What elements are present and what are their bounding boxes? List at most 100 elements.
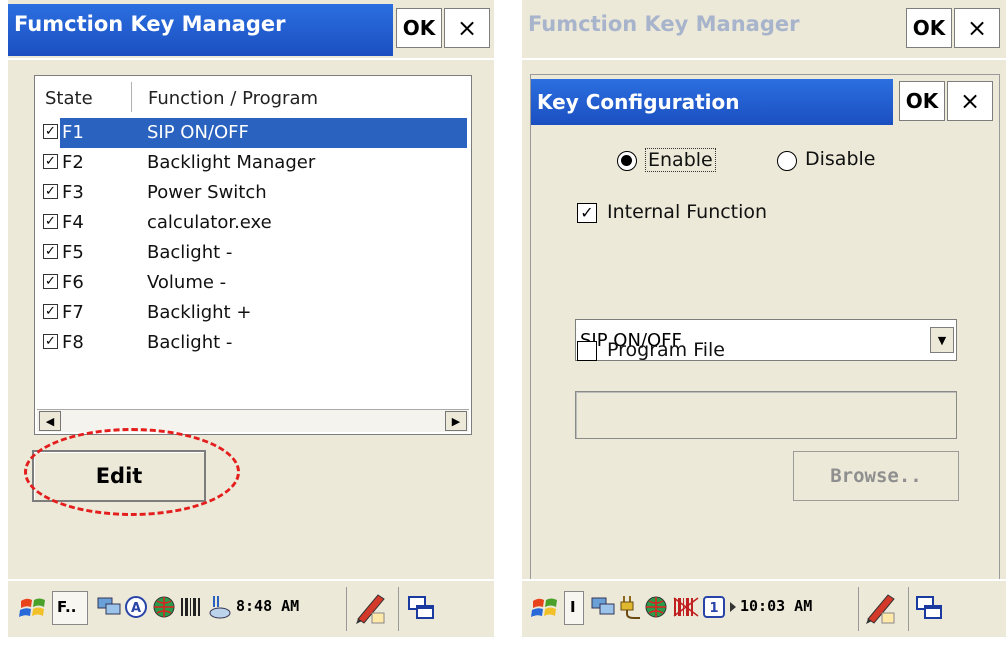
highlight-annotation xyxy=(24,428,240,516)
barcode-icon[interactable] xyxy=(180,596,204,618)
taskbar-app-button[interactable]: I xyxy=(564,591,584,625)
row-key: F1 xyxy=(62,122,84,143)
power-plug-icon[interactable] xyxy=(618,594,642,620)
desktop-windows-icon[interactable] xyxy=(406,593,436,623)
enable-radio[interactable] xyxy=(617,151,637,171)
taskbar-divider xyxy=(908,587,909,631)
column-header-state[interactable]: State xyxy=(45,88,93,109)
taskbar: F.. A 8:48 AM xyxy=(8,579,494,637)
expand-tray-icon[interactable] xyxy=(728,601,738,613)
globe-icon[interactable] xyxy=(644,595,668,619)
chevron-down-icon[interactable]: ▼ xyxy=(930,327,954,353)
column-header-function[interactable]: Function / Program xyxy=(148,88,318,109)
key-configuration-dialog: Key Configuration OK × Enable Disable ✓ … xyxy=(530,74,1000,614)
table-row[interactable]: ✓ F6 Volume - xyxy=(37,268,469,298)
scroll-right-icon[interactable]: ▶ xyxy=(445,411,467,431)
title-separator xyxy=(8,58,494,60)
function-key-list[interactable]: State Function / Program ✓ F1 SIP ON/OFF… xyxy=(34,75,472,435)
row-program: SIP ON/OFF xyxy=(147,122,249,143)
row-checkbox[interactable]: ✓ xyxy=(43,214,58,229)
row-program: Baclight - xyxy=(147,332,233,353)
close-button[interactable]: × xyxy=(444,8,490,48)
row-program: Baclight - xyxy=(147,242,233,263)
title-separator xyxy=(522,58,1006,60)
row-program: Volume - xyxy=(147,272,227,293)
svg-text:A: A xyxy=(131,601,141,616)
taskbar-clock[interactable]: 8:48 AM xyxy=(236,597,299,615)
internal-function-label[interactable]: Internal Function xyxy=(607,201,767,223)
table-row[interactable]: ✓ F2 Backlight Manager xyxy=(37,148,469,178)
row-key: F5 xyxy=(62,242,84,263)
desktop-windows-icon[interactable] xyxy=(914,593,944,623)
row-program: Power Switch xyxy=(147,182,267,203)
scroll-left-icon[interactable]: ◀ xyxy=(39,411,61,431)
row-key: F4 xyxy=(62,212,84,233)
input-mode-one-icon[interactable]: 1 xyxy=(702,595,726,619)
battery-power-icon[interactable] xyxy=(208,593,232,621)
table-row[interactable]: ✓ F3 Power Switch xyxy=(37,178,469,208)
internal-function-checkbox[interactable]: ✓ xyxy=(577,203,597,223)
window-title: Fumction Key Manager xyxy=(14,12,286,36)
row-checkbox[interactable]: ✓ xyxy=(43,154,58,169)
background-window-title: Fumction Key Manager xyxy=(528,12,800,36)
windows-start-icon[interactable] xyxy=(530,593,560,623)
disable-radio[interactable] xyxy=(777,151,797,171)
selection-highlight xyxy=(60,118,467,148)
column-divider[interactable] xyxy=(131,82,132,112)
table-row[interactable]: ✓ F5 Baclight - xyxy=(37,238,469,268)
taskbar-clock[interactable]: 10:03 AM xyxy=(740,597,812,615)
program-file-checkbox[interactable] xyxy=(577,341,597,361)
list-header: State Function / Program xyxy=(35,76,471,116)
dialog-title-bar: Key Configuration OK × xyxy=(531,79,999,125)
browse-button[interactable]: Browse.. xyxy=(793,451,959,501)
background-ok-button[interactable]: OK xyxy=(906,8,952,48)
background-title-bar: Fumction Key Manager OK × xyxy=(522,0,1006,58)
taskbar-divider xyxy=(858,587,859,631)
taskbar: I 1 10:03 AM xyxy=(522,579,1006,637)
windows-start-icon[interactable] xyxy=(18,593,48,623)
svg-text:1: 1 xyxy=(709,601,718,616)
row-program: Backlight + xyxy=(147,302,252,323)
program-file-field[interactable] xyxy=(575,391,957,439)
network-icon[interactable] xyxy=(96,595,122,619)
background-close-button[interactable]: × xyxy=(954,8,1000,48)
dialog-title: Key Configuration xyxy=(537,90,740,114)
horizontal-scrollbar[interactable]: ◀ ▶ xyxy=(37,409,469,432)
dialog-close-button[interactable]: × xyxy=(947,81,993,121)
table-row[interactable]: ✓ F7 Backlight + xyxy=(37,298,469,328)
row-key: F8 xyxy=(62,332,84,353)
row-key: F2 xyxy=(62,152,84,173)
ok-button[interactable]: OK xyxy=(396,8,442,48)
taskbar-app-label: F.. xyxy=(57,598,77,616)
input-panel-pen-icon[interactable] xyxy=(864,591,898,625)
table-row[interactable]: ✓ F1 SIP ON/OFF xyxy=(37,118,469,148)
taskbar-app-button[interactable]: F.. xyxy=(52,591,88,625)
row-checkbox[interactable]: ✓ xyxy=(43,184,58,199)
row-key: F6 xyxy=(62,272,84,293)
dialog-ok-button[interactable]: OK xyxy=(899,81,945,121)
radio-selected-dot xyxy=(621,155,632,166)
row-checkbox[interactable]: ✓ xyxy=(43,274,58,289)
input-panel-pen-icon[interactable] xyxy=(354,591,388,625)
table-row[interactable]: ✓ F4 calculator.exe xyxy=(37,208,469,238)
row-checkbox[interactable]: ✓ xyxy=(43,244,58,259)
taskbar-app-label: I xyxy=(570,598,576,616)
function-key-manager-screen: Fumction Key Manager OK × State Function… xyxy=(8,0,494,637)
key-configuration-screen: Fumction Key Manager OK × Key Configurat… xyxy=(522,0,1006,637)
globe-icon[interactable] xyxy=(152,595,176,619)
taskbar-divider xyxy=(346,587,347,631)
row-program: calculator.exe xyxy=(147,212,272,233)
enable-label[interactable]: Enable xyxy=(645,148,716,172)
row-checkbox[interactable]: ✓ xyxy=(43,334,58,349)
table-row[interactable]: ✓ F8 Baclight - xyxy=(37,328,469,358)
row-key: F3 xyxy=(62,182,84,203)
network-icon[interactable] xyxy=(590,595,616,619)
row-checkbox[interactable]: ✓ xyxy=(43,124,58,139)
row-checkbox[interactable]: ✓ xyxy=(43,304,58,319)
barcode-disabled-icon[interactable] xyxy=(672,596,700,618)
input-mode-a-icon[interactable]: A xyxy=(124,595,148,619)
row-key: F7 xyxy=(62,302,84,323)
program-file-label[interactable]: Program File xyxy=(607,339,725,361)
disable-label[interactable]: Disable xyxy=(805,148,875,170)
row-program: Backlight Manager xyxy=(147,152,316,173)
